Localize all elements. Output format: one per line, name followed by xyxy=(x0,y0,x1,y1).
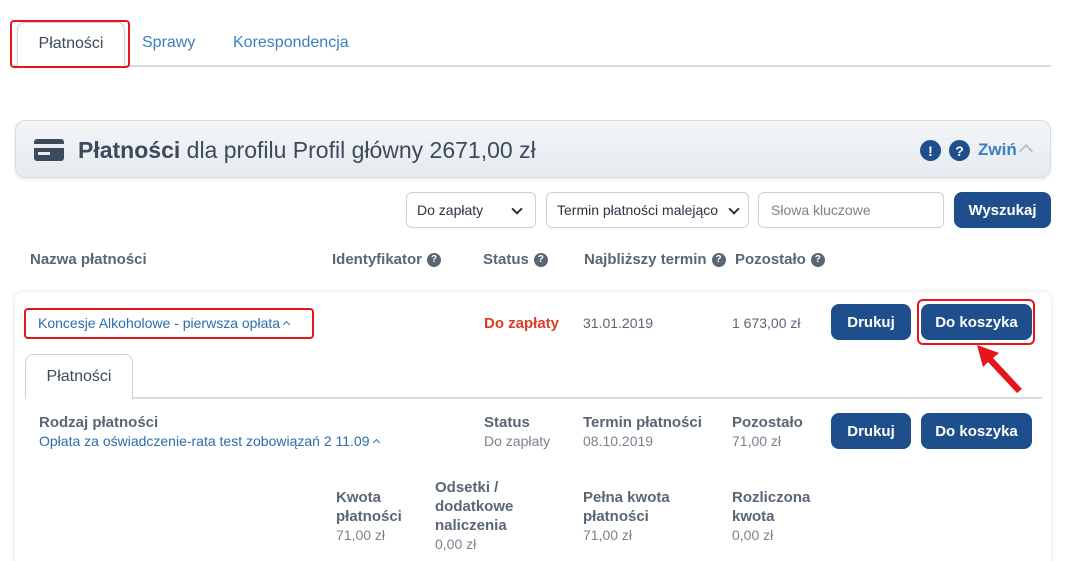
tab-details-platnosci[interactable]: Płatności xyxy=(25,354,133,400)
help-icon[interactable]: ? xyxy=(711,252,726,267)
settled-amount-label: Rozliczona kwota xyxy=(732,489,811,525)
sort-select[interactable]: Termin płatności malejąco xyxy=(546,192,749,228)
chevron-up-icon xyxy=(372,438,380,447)
payment-type-link[interactable]: Opłata za oświadczenie-rata test zobowią… xyxy=(39,433,380,449)
column-header-remaining: Pozostało? xyxy=(735,251,825,268)
highlight-box-cart-button xyxy=(917,299,1035,345)
column-label: Status xyxy=(483,251,529,268)
column-label: Identyfikator xyxy=(332,251,423,268)
settled-amount-value: 0,00 zł xyxy=(732,527,774,543)
print-button[interactable]: Drukuj xyxy=(831,304,911,340)
interest-value: 0,00 zł xyxy=(435,536,477,552)
interest-label: Odsetki / dodatkowe naliczenia xyxy=(435,479,514,534)
column-header-status: Status? xyxy=(483,251,548,268)
credit-card-icon xyxy=(34,139,64,161)
amount-label: Kwota płatności xyxy=(336,489,402,525)
column-header-due-date: Najbliższy termin? xyxy=(584,251,726,268)
details-tabs: Płatności xyxy=(25,354,1042,400)
detail-due-label: Termin płatności xyxy=(583,414,702,431)
help-icon[interactable]: ? xyxy=(810,252,825,267)
full-amount-label: Pełna kwota płatności xyxy=(583,489,670,525)
highlight-box-tab xyxy=(10,20,130,68)
column-header-identifier: Identyfikator? xyxy=(332,251,442,268)
detail-status-label: Status xyxy=(484,414,530,431)
amount-value: 71,00 zł xyxy=(336,527,386,543)
detail-print-button[interactable]: Drukuj xyxy=(831,413,911,449)
detail-status-value: Do zapłaty xyxy=(484,433,551,449)
detail-add-to-cart-button[interactable]: Do koszyka xyxy=(921,413,1032,449)
highlight-box-payment-name xyxy=(24,308,314,339)
sort-select-value: Termin płatności malejąco xyxy=(557,202,719,218)
panel-title-rest: dla profilu Profil główny 2671,00 zł xyxy=(186,137,536,163)
chevron-down-icon xyxy=(511,203,523,215)
column-label: Nazwa płatności xyxy=(30,251,147,268)
detail-remaining-label: Pozostało xyxy=(732,414,803,431)
help-icon[interactable]: ? xyxy=(427,252,442,267)
help-icon[interactable]: ? xyxy=(949,140,970,161)
collapse-button[interactable]: Zwiń xyxy=(978,140,1017,160)
column-label: Najbliższy termin xyxy=(584,251,707,268)
column-header-name: Nazwa płatności xyxy=(30,251,147,268)
detail-due-value: 08.10.2019 xyxy=(583,433,654,449)
info-icon[interactable]: ! xyxy=(920,140,941,161)
payment-type-text: Opłata za oświadczenie-rata test zobowią… xyxy=(39,433,370,449)
full-amount-value: 71,00 zł xyxy=(583,527,633,543)
status-select[interactable]: Do zapłaty xyxy=(406,192,536,228)
panel-title-bold: Płatności xyxy=(78,137,181,163)
keywords-input[interactable] xyxy=(758,192,944,228)
main-tabs: Płatności Sprawy Korespondencja xyxy=(15,22,1051,67)
chevron-down-icon xyxy=(728,203,740,215)
help-icon[interactable]: ? xyxy=(533,252,548,267)
search-button[interactable]: Wyszukaj xyxy=(954,192,1051,228)
payment-remaining: 1 673,00 zł xyxy=(732,315,801,331)
column-label: Pozostało xyxy=(735,251,806,268)
panel-title: Płatności dla profilu Profil główny 2671… xyxy=(78,137,536,164)
payment-type-label: Rodzaj płatności xyxy=(39,414,159,431)
payment-due-date: 31.01.2019 xyxy=(583,315,654,331)
tab-korespondencja[interactable]: Korespondencja xyxy=(233,34,349,52)
detail-remaining-value: 71,00 zł xyxy=(732,433,782,449)
payments-panel-header: Płatności dla profilu Profil główny 2671… xyxy=(15,120,1051,178)
status-select-value: Do zapłaty xyxy=(417,202,484,218)
tab-sprawy[interactable]: Sprawy xyxy=(142,34,195,52)
payment-status: Do zapłaty xyxy=(484,315,560,332)
chevron-up-icon[interactable] xyxy=(1018,143,1034,159)
